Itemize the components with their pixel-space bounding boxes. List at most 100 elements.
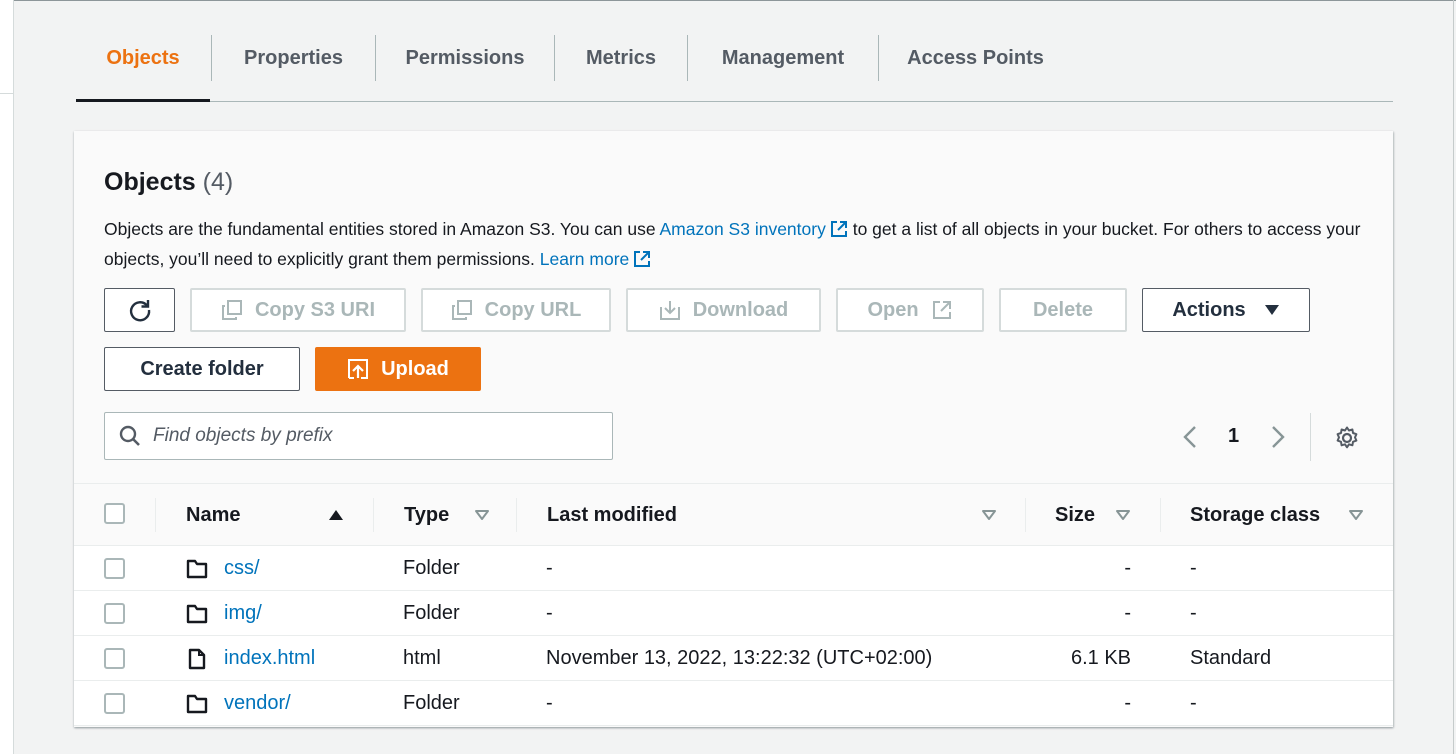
column-name-label: Name	[186, 503, 241, 526]
last-modified-cell: -	[546, 557, 553, 579]
table-row[interactable]: css/ Folder - - -	[74, 546, 1393, 591]
delete-label: Delete	[1032, 298, 1094, 321]
table-row[interactable]: index.html html November 13, 2022, 13:22…	[74, 636, 1393, 681]
select-all-checkbox[interactable]	[104, 503, 125, 524]
inventory-link[interactable]: Amazon S3 inventory	[660, 219, 848, 239]
storage-class-cell: -	[1190, 692, 1197, 714]
storage-class-cell: -	[1190, 557, 1197, 579]
column-divider	[155, 498, 156, 532]
panel-title-text: Objects	[104, 168, 196, 196]
column-last-modified-label: Last modified	[547, 503, 678, 526]
type-cell: Folder	[403, 692, 460, 714]
size-cell: -	[1124, 602, 1131, 624]
pagination: 1	[1174, 413, 1384, 461]
tab-properties[interactable]: Properties	[212, 34, 375, 82]
pagination-divider	[1310, 413, 1311, 461]
inventory-link-label: Amazon S3 inventory	[659, 219, 826, 239]
table-row[interactable]: vendor/ Folder - - -	[74, 681, 1393, 726]
external-link-icon	[932, 301, 951, 319]
sort-caret-icon	[1116, 510, 1130, 520]
table-header: Name Type Last modified Size Storage cla…	[74, 483, 1393, 546]
upload-label: Upload	[381, 357, 449, 380]
folder-icon	[186, 694, 208, 713]
copy-url-button[interactable]: Copy URL	[421, 288, 611, 332]
column-header-type[interactable]: Type	[404, 484, 504, 546]
copy-url-label: Copy URL	[484, 298, 582, 321]
open-button[interactable]: Open	[836, 288, 984, 332]
search-input[interactable]	[153, 425, 593, 447]
last-modified-cell: -	[546, 692, 553, 714]
copy-s3-uri-button[interactable]: Copy S3 URI	[190, 288, 406, 332]
download-icon	[659, 301, 680, 320]
download-button[interactable]: Download	[626, 288, 821, 332]
current-page[interactable]: 1	[1228, 425, 1239, 448]
name-cell: index.html	[186, 636, 315, 681]
name-cell: img/	[186, 591, 262, 636]
chevron-right-icon[interactable]	[1270, 425, 1286, 449]
search-icon	[119, 425, 140, 446]
column-header-last-modified[interactable]: Last modified	[547, 484, 1007, 546]
external-link-icon	[634, 251, 651, 267]
row-checkbox[interactable]	[104, 693, 125, 714]
active-tab-indicator	[76, 99, 210, 102]
column-divider	[1025, 498, 1026, 532]
column-header-size[interactable]: Size	[1055, 484, 1165, 546]
file-icon	[188, 648, 206, 669]
tab-metrics[interactable]: Metrics	[555, 34, 687, 82]
window-right-border	[1453, 0, 1454, 754]
type-cell: Folder	[403, 557, 460, 579]
tab-permissions[interactable]: Permissions	[376, 34, 554, 82]
column-size-label: Size	[1055, 503, 1096, 526]
copy-s3-uri-label: Copy S3 URI	[254, 298, 376, 321]
upload-button[interactable]: Upload	[315, 347, 481, 391]
sort-caret-icon	[1349, 510, 1363, 520]
left-nav-strip	[0, 0, 14, 754]
object-name-link[interactable]: css/	[224, 557, 260, 580]
row-checkbox[interactable]	[104, 558, 125, 579]
search-box	[104, 412, 613, 460]
sort-caret-icon	[982, 510, 996, 520]
refresh-button[interactable]	[104, 288, 175, 332]
object-name-link[interactable]: index.html	[224, 647, 315, 670]
row-checkbox[interactable]	[104, 648, 125, 669]
column-header-name[interactable]: Name	[186, 484, 346, 546]
column-header-storage-class[interactable]: Storage class	[1190, 484, 1376, 546]
object-name-link[interactable]: img/	[224, 602, 262, 625]
folder-icon	[186, 604, 208, 623]
nav-divider	[0, 93, 14, 94]
tab-management[interactable]: Management	[688, 34, 878, 82]
learn-more-link[interactable]: Learn more	[540, 249, 652, 269]
tab-objects[interactable]: Objects	[76, 34, 210, 82]
column-storage-class-label: Storage class	[1190, 503, 1321, 526]
tab-access-points[interactable]: Access Points	[879, 34, 1072, 82]
name-cell: vendor/	[186, 681, 291, 726]
size-cell: -	[1124, 692, 1131, 714]
refresh-icon	[129, 300, 150, 322]
table-row[interactable]: img/ Folder - - -	[74, 591, 1393, 636]
row-checkbox[interactable]	[104, 603, 125, 624]
gear-icon[interactable]	[1334, 425, 1360, 451]
panel-title: Objects (4)	[104, 168, 233, 197]
storage-class-cell: Standard	[1190, 647, 1272, 669]
sort-caret-icon	[475, 510, 489, 520]
external-link-icon	[830, 221, 847, 237]
upload-icon	[348, 359, 369, 379]
sort-ascending-icon	[329, 510, 343, 520]
column-type-label: Type	[404, 503, 450, 526]
last-modified-cell: November 13, 2022, 13:22:32 (UTC+02:00)	[546, 647, 933, 669]
size-cell: 6.1 KB	[1070, 647, 1131, 669]
copy-icon	[221, 300, 242, 320]
objects-table: Name Type Last modified Size Storage cla…	[74, 483, 1393, 726]
open-label: Open	[867, 298, 919, 321]
actions-label: Actions	[1172, 298, 1246, 321]
delete-button[interactable]: Delete	[999, 288, 1127, 332]
actions-dropdown[interactable]: Actions	[1142, 288, 1310, 332]
folder-icon	[186, 559, 208, 578]
chevron-left-icon[interactable]	[1182, 425, 1198, 449]
copy-icon	[451, 300, 472, 320]
download-label: Download	[692, 298, 789, 321]
object-name-link[interactable]: vendor/	[224, 692, 291, 715]
objects-panel: Objects (4) Objects are the fundamental …	[74, 131, 1393, 727]
create-folder-button[interactable]: Create folder	[104, 347, 300, 391]
column-divider	[516, 498, 517, 532]
